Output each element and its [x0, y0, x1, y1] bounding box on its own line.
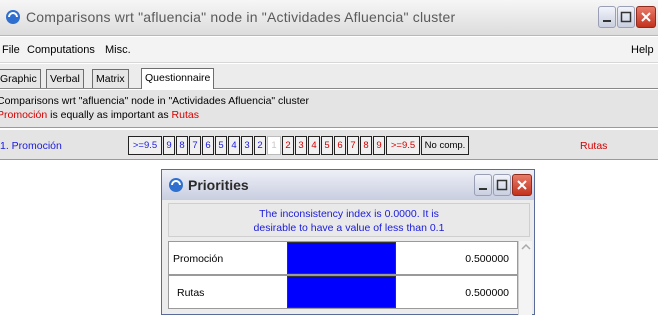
priorities-scrollbar[interactable]	[518, 241, 532, 315]
priority-row-label: Promoción	[173, 253, 224, 265]
scale-cell[interactable]: 5	[215, 136, 227, 155]
priorities-window: Priorities The inconsistency index is 0.…	[161, 169, 535, 315]
menu-bar: File Computations Misc. Help	[0, 37, 658, 63]
comparison-info-panel: Comparisons wrt "afluencia" node in "Act…	[0, 90, 658, 128]
app-logo-icon	[169, 178, 183, 192]
scale-cell[interactable]: 6	[334, 136, 346, 155]
scroll-up-arrow-icon[interactable]	[519, 241, 533, 253]
window-title: Comparisons wrt "afluencia" node in "Act…	[26, 9, 456, 25]
no-comparison-button[interactable]: No comp.	[421, 136, 469, 155]
info-left-item: Promoción	[0, 109, 48, 121]
comparison-right-label: Rutas	[580, 140, 608, 152]
maximize-icon	[496, 179, 508, 191]
info-right-item: Rutas	[171, 109, 199, 121]
menu-file[interactable]: File	[2, 44, 20, 56]
scale-cell[interactable]: 6	[202, 136, 214, 155]
scale-cell[interactable]: 9	[163, 136, 175, 155]
priorities-window-controls	[474, 174, 532, 196]
minimize-icon	[603, 20, 611, 22]
info-statement: Promoción is equally as important as Rut…	[0, 109, 199, 121]
priority-row-value: 0.500000	[465, 287, 509, 299]
scale-cell[interactable]: 7	[347, 136, 359, 155]
scale-cell[interactable]: >=9.5	[128, 136, 162, 155]
priorities-title-bar: Priorities	[162, 170, 534, 200]
info-middle-text: is equally as important as	[47, 109, 172, 121]
scale-cell[interactable]: 4	[308, 136, 320, 155]
scale-cell[interactable]: 4	[228, 136, 240, 155]
maximize-icon	[620, 11, 632, 23]
tab-matrix[interactable]: Matrix	[92, 69, 129, 88]
scale-cell[interactable]: 2	[254, 136, 266, 155]
tab-verbal[interactable]: Verbal	[46, 69, 84, 88]
view-tabs: Graphic Verbal Matrix Questionnaire	[0, 64, 658, 89]
minimize-button[interactable]	[598, 6, 616, 28]
priority-row-label: Rutas	[177, 287, 205, 299]
priorities-title: Priorities	[188, 177, 249, 193]
scale-cell[interactable]: 8	[176, 136, 188, 155]
scale-cell[interactable]: 5	[321, 136, 333, 155]
inconsistency-note-line1: The inconsistency index is 0.0000. It is	[259, 208, 439, 220]
info-heading: Comparisons wrt "afluencia" node in "Act…	[0, 95, 309, 107]
inconsistency-note-line2: desirable to have a value of less than 0…	[253, 222, 445, 234]
comparison-left-label: 1. Promoción	[0, 140, 62, 152]
tab-questionnaire[interactable]: Questionnaire	[141, 68, 215, 89]
title-bar: Comparisons wrt "afluencia" node in "Act…	[0, 0, 658, 36]
comparison-row: 1. Promoción >=9.5 9 8 7 6 5 4 3 2 1 2 3 4 5 6 7 8 9 >=9.5…	[0, 130, 658, 160]
menu-computations[interactable]: Computations	[27, 44, 95, 56]
close-button[interactable]	[636, 6, 656, 28]
scale-cell[interactable]: 3	[241, 136, 253, 155]
priority-bar	[287, 276, 396, 308]
minimize-icon	[479, 188, 487, 190]
priority-row: Promoción 0.500000	[168, 241, 518, 275]
scale-cell[interactable]: 2	[282, 136, 294, 155]
menu-help[interactable]: Help	[631, 44, 654, 56]
inconsistency-note: The inconsistency index is 0.0000. It is…	[168, 203, 530, 237]
tab-graphic[interactable]: Graphic	[0, 69, 41, 88]
comparison-scale: >=9.5 9 8 7 6 5 4 3 2 1 2 3 4 5 6 7 8 9 >=9.5 No comp.	[128, 136, 470, 157]
priorities-close-button[interactable]	[512, 174, 532, 196]
maximize-button[interactable]	[617, 6, 635, 28]
scale-cell[interactable]: 8	[360, 136, 372, 155]
window-controls	[598, 6, 656, 28]
priorities-minimize-button[interactable]	[474, 174, 492, 196]
scale-cell[interactable]: 9	[373, 136, 385, 155]
priority-row-value: 0.500000	[465, 253, 509, 265]
scale-cell[interactable]: >=9.5	[386, 136, 420, 155]
app-logo-icon	[6, 10, 20, 24]
priority-bar	[287, 242, 396, 274]
priorities-maximize-button[interactable]	[493, 174, 511, 196]
menu-misc[interactable]: Misc.	[105, 44, 131, 56]
close-icon	[517, 180, 527, 190]
priority-row: Rutas 0.500000	[168, 275, 518, 309]
scale-cell[interactable]: 1	[267, 136, 281, 155]
scale-cell[interactable]: 7	[189, 136, 201, 155]
close-icon	[641, 12, 651, 22]
scale-cell[interactable]: 3	[295, 136, 307, 155]
